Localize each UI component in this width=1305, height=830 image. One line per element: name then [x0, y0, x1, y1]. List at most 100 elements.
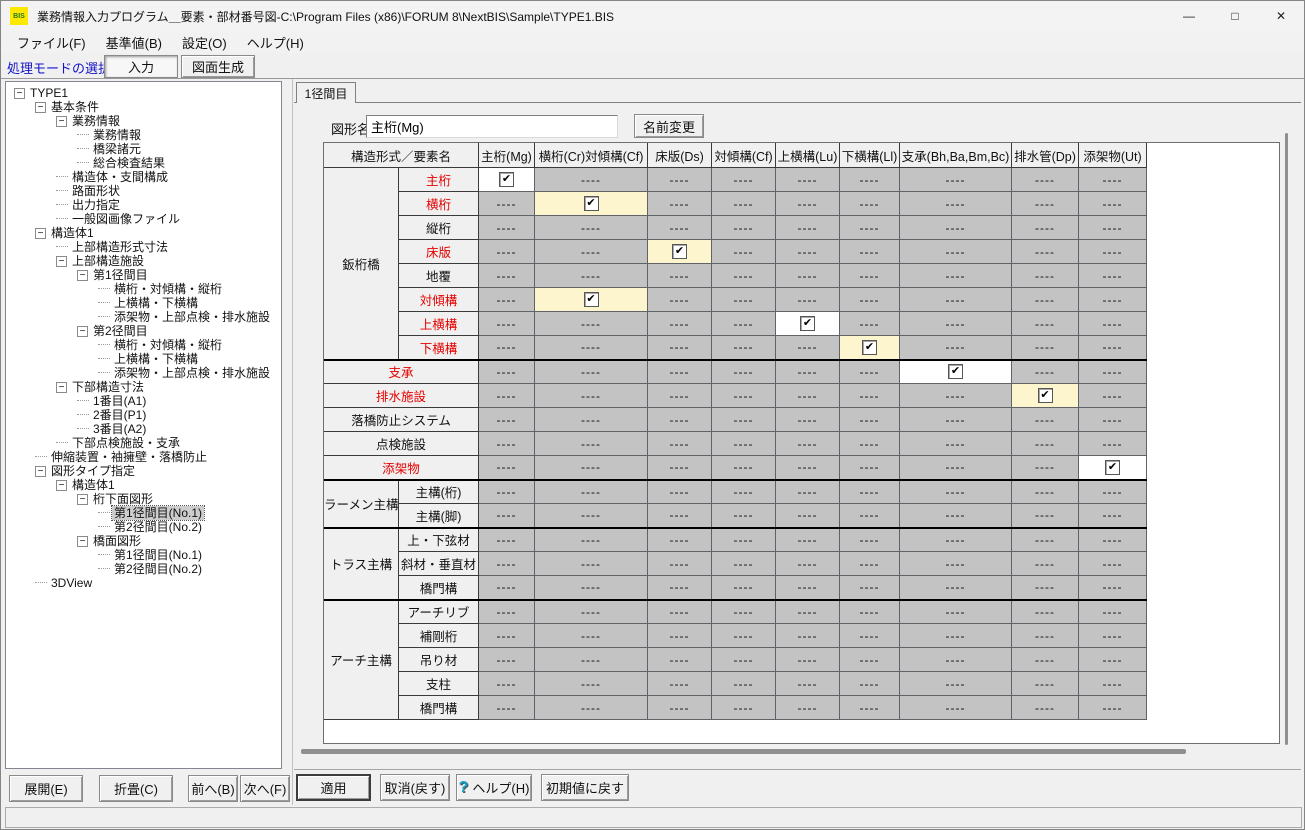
collapse-minus-icon[interactable]: −: [14, 88, 25, 99]
tree-item[interactable]: 一般図画像ファイル: [6, 212, 281, 226]
tree-item-label[interactable]: 構造体1: [70, 478, 117, 492]
tree-item[interactable]: 3DView: [6, 576, 281, 590]
checkbox-checked-icon[interactable]: ✔: [584, 196, 599, 211]
tree-item[interactable]: 第2径間目(No.2): [6, 520, 281, 534]
tree-item[interactable]: 橋梁諸元: [6, 142, 281, 156]
collapse-minus-icon[interactable]: −: [35, 466, 46, 477]
tree-item-label[interactable]: 構造体1: [49, 226, 96, 240]
tree-item-label[interactable]: TYPE1: [28, 86, 70, 100]
horizontal-scrollbar[interactable]: [301, 749, 1186, 754]
tree-button-1[interactable]: 折畳(C): [99, 775, 173, 802]
tree-item-label[interactable]: 第1径間目: [91, 268, 150, 282]
tree-item-label[interactable]: 第2径間目(No.2): [112, 520, 204, 534]
collapse-minus-icon[interactable]: −: [77, 536, 88, 547]
minimize-button[interactable]: —: [1166, 1, 1212, 31]
tree-item[interactable]: −桁下面図形: [6, 492, 281, 506]
menu-item-3[interactable]: ヘルプ(H): [237, 31, 314, 54]
collapse-minus-icon[interactable]: −: [56, 382, 67, 393]
tree-item[interactable]: 第2径間目(No.2): [6, 562, 281, 576]
menu-item-0[interactable]: ファイル(F): [7, 31, 96, 54]
collapse-minus-icon[interactable]: −: [35, 228, 46, 239]
checked-cell[interactable]: ✔: [1012, 384, 1079, 408]
action-button-3[interactable]: 初期値に戻す: [541, 774, 629, 801]
collapse-minus-icon[interactable]: −: [77, 270, 88, 281]
checked-cell[interactable]: ✔: [648, 240, 712, 264]
tree-item[interactable]: 添架物・上部点検・排水施設: [6, 310, 281, 324]
tree-item[interactable]: −橋面図形: [6, 534, 281, 548]
collapse-minus-icon[interactable]: −: [35, 102, 46, 113]
checkbox-checked-icon[interactable]: ✔: [948, 364, 963, 379]
checked-cell[interactable]: ✔: [479, 168, 535, 192]
tree-item[interactable]: 下部点検施設・支承: [6, 436, 281, 450]
maximize-button[interactable]: □: [1212, 1, 1258, 31]
tree-item[interactable]: 出力指定: [6, 198, 281, 212]
tree-item-label[interactable]: 第2径間目(No.2): [112, 562, 204, 576]
tree-item[interactable]: 業務情報: [6, 128, 281, 142]
tree-button-0[interactable]: 展開(E): [9, 775, 83, 802]
tree-item-label[interactable]: 1番目(A1): [91, 394, 148, 408]
checkbox-checked-icon[interactable]: ✔: [800, 316, 815, 331]
tree-item-label[interactable]: 添架物・上部点検・排水施設: [112, 366, 272, 380]
tree-item[interactable]: 上横構・下横構: [6, 352, 281, 366]
collapse-minus-icon[interactable]: −: [56, 116, 67, 127]
tree-item-label[interactable]: 出力指定: [70, 198, 122, 212]
checkbox-checked-icon[interactable]: ✔: [1105, 460, 1120, 475]
tree-item[interactable]: 路面形状: [6, 184, 281, 198]
tree-item[interactable]: 第1径間目(No.1): [6, 548, 281, 562]
tree-item[interactable]: −下部構造寸法: [6, 380, 281, 394]
tree-item-label[interactable]: 上横構・下横構: [112, 296, 200, 310]
checkbox-checked-icon[interactable]: ✔: [584, 292, 599, 307]
tree-item[interactable]: −構造体1: [6, 226, 281, 240]
tree-item-label[interactable]: 3DView: [49, 576, 94, 590]
tree-item[interactable]: 上部構造形式寸法: [6, 240, 281, 254]
tree-item-label[interactable]: 一般図画像ファイル: [70, 212, 182, 226]
tree-item[interactable]: 2番目(P1): [6, 408, 281, 422]
action-button-2[interactable]: ?ヘルプ(H): [456, 774, 532, 801]
collapse-minus-icon[interactable]: −: [56, 480, 67, 491]
vertical-scrollbar[interactable]: [1285, 133, 1288, 745]
checked-cell[interactable]: ✔: [535, 192, 648, 216]
tree-item[interactable]: −図形タイプ指定: [6, 464, 281, 478]
tab-span1[interactable]: 1径間目: [296, 82, 356, 103]
tree-item[interactable]: 1番目(A1): [6, 394, 281, 408]
action-button-1[interactable]: 取消(戻す): [380, 774, 450, 801]
tree-item[interactable]: 総合検査結果: [6, 156, 281, 170]
tree-item-label[interactable]: 添架物・上部点検・排水施設: [112, 310, 272, 324]
tree-item[interactable]: 伸縮装置・袖擁壁・落橋防止: [6, 450, 281, 464]
tree-item[interactable]: 添架物・上部点検・排水施設: [6, 366, 281, 380]
tree-item[interactable]: 第1径間目(No.1): [6, 506, 281, 520]
tree-item[interactable]: 上横構・下横構: [6, 296, 281, 310]
tree-item-label[interactable]: 橋梁諸元: [91, 142, 143, 156]
checked-cell[interactable]: ✔: [840, 336, 900, 360]
tree-item[interactable]: −第1径間目: [6, 268, 281, 282]
tree-item[interactable]: −業務情報: [6, 114, 281, 128]
checked-cell[interactable]: ✔: [535, 288, 648, 312]
tree-item-label[interactable]: 上部構造形式寸法: [70, 240, 170, 254]
menu-item-2[interactable]: 設定(O): [172, 31, 237, 54]
tree-item[interactable]: −上部構造施設: [6, 254, 281, 268]
tree-item-label[interactable]: 2番目(P1): [91, 408, 148, 422]
tree-item-label[interactable]: 伸縮装置・袖擁壁・落橋防止: [49, 450, 209, 464]
tree-item-label[interactable]: 桁下面図形: [91, 492, 155, 506]
tree-item-label[interactable]: 路面形状: [70, 184, 122, 198]
tree-item-label[interactable]: 横桁・対傾構・縦桁: [112, 282, 224, 296]
shape-name-input[interactable]: [366, 115, 618, 138]
tree-item-label[interactable]: 下部点検施設・支承: [70, 436, 182, 450]
tree-item-label[interactable]: 横桁・対傾構・縦桁: [112, 338, 224, 352]
collapse-minus-icon[interactable]: −: [77, 494, 88, 505]
tree-item-label[interactable]: 総合検査結果: [91, 156, 167, 170]
tree-button-3[interactable]: 次へ(F): [240, 775, 290, 802]
tree-button-2[interactable]: 前へ(B): [188, 775, 238, 802]
input-mode-button[interactable]: 入力: [104, 55, 178, 78]
tree-item-label[interactable]: 第2径間目: [91, 324, 150, 338]
tree-item-label[interactable]: 橋面図形: [91, 534, 143, 548]
tree-item[interactable]: 横桁・対傾構・縦桁: [6, 338, 281, 352]
tree-item-label[interactable]: 構造体・支間構成: [70, 170, 170, 184]
drawing-generate-mode-button[interactable]: 図面生成: [181, 55, 255, 78]
rename-button[interactable]: 名前変更: [634, 114, 704, 138]
close-button[interactable]: ✕: [1258, 1, 1304, 31]
tree-item-label[interactable]: 3番目(A2): [91, 422, 148, 436]
tree-item[interactable]: 横桁・対傾構・縦桁: [6, 282, 281, 296]
tree-item-label[interactable]: 上横構・下横構: [112, 352, 200, 366]
tree-item[interactable]: 3番目(A2): [6, 422, 281, 436]
